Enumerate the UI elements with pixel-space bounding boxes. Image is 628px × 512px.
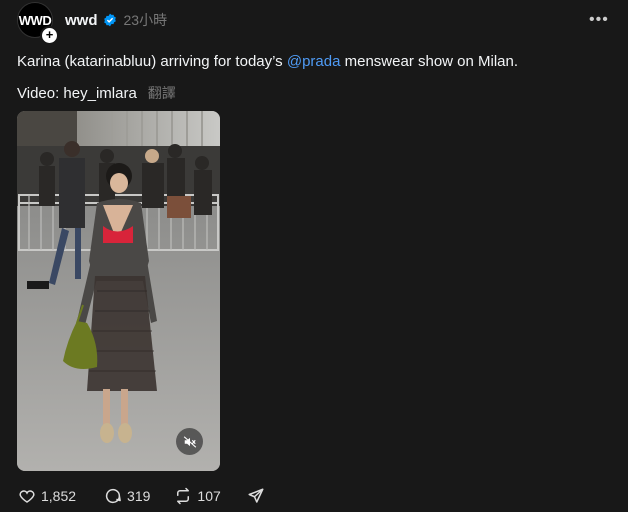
username[interactable]: wwd — [65, 12, 98, 29]
share-icon — [248, 488, 264, 503]
post-header: wwd 23小時 — [65, 10, 167, 30]
video-player[interactable] — [17, 111, 220, 471]
video-frame — [17, 111, 220, 471]
more-icon[interactable]: ••• — [589, 12, 609, 28]
repost-button[interactable]: 107 — [174, 487, 221, 505]
video-credit: Video: hey_imlara — [17, 84, 137, 102]
caption-text-end: menswear show on Milan. — [340, 53, 519, 70]
verified-badge-icon — [103, 13, 116, 27]
mention-link[interactable]: @prada — [287, 53, 341, 70]
like-button[interactable]: 1,852 — [18, 487, 76, 505]
comment-button[interactable]: 319 — [104, 487, 150, 505]
share-button[interactable] — [247, 487, 265, 505]
mute-icon — [183, 435, 196, 448]
post-caption: Karina (katarinabluu) arriving for today… — [17, 52, 518, 72]
post-timestamp: 23小時 — [123, 12, 168, 28]
follow-plus-icon[interactable]: + — [40, 26, 59, 45]
credit-row: Video: hey_imlara 翻譯 — [17, 83, 176, 103]
translate-link[interactable]: 翻譯 — [148, 83, 176, 103]
action-bar: 1,852 319 107 — [17, 486, 265, 506]
heart-icon — [19, 490, 35, 503]
mute-button[interactable] — [176, 428, 203, 455]
comment-count: 319 — [127, 488, 151, 504]
repost-icon — [177, 487, 190, 505]
like-count: 1,852 — [41, 488, 77, 504]
comment-icon — [105, 488, 121, 504]
repost-count: 107 — [197, 488, 221, 504]
caption-text: Karina (katarinabluu) arriving for today… — [17, 53, 287, 70]
